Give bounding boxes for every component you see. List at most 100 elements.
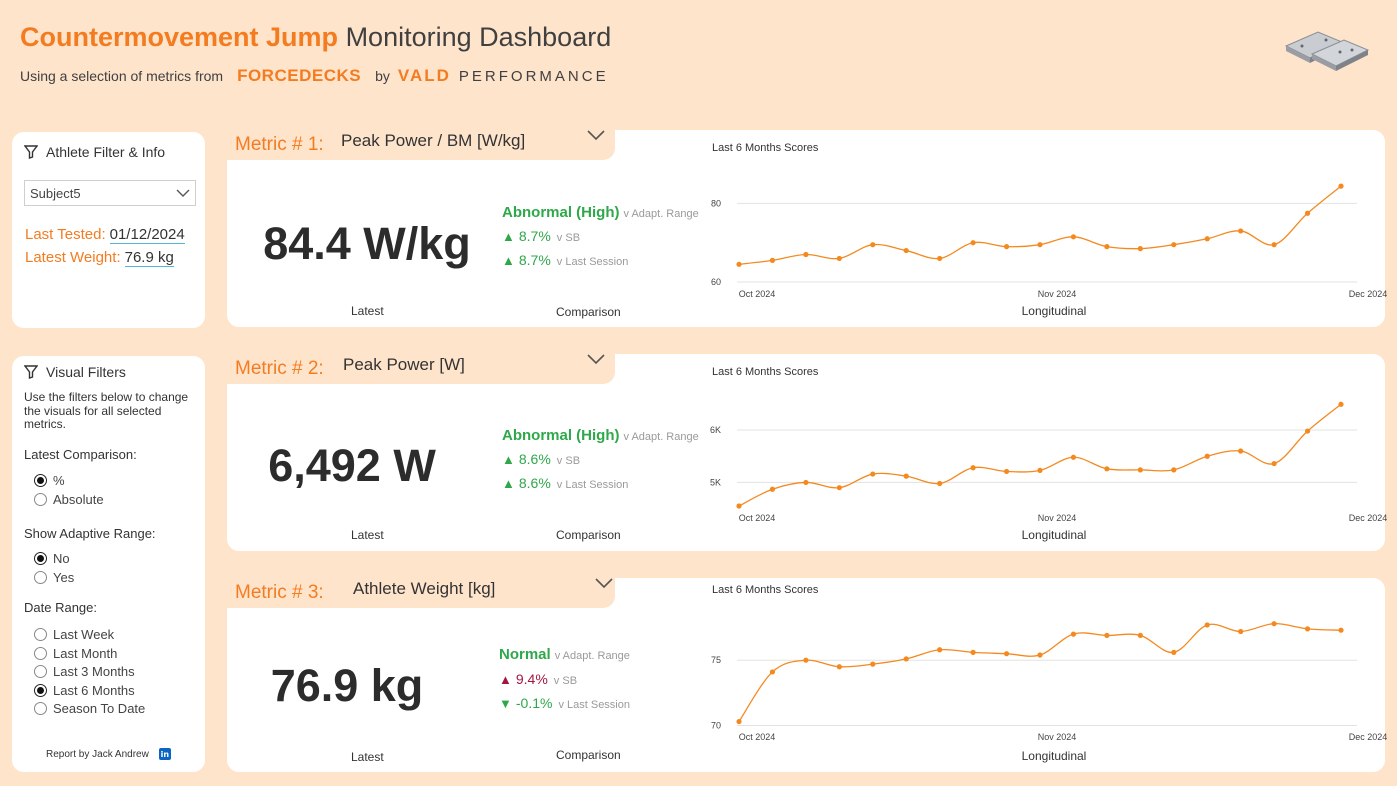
report-credit: Report by Jack Andrew in (46, 748, 171, 760)
radio-adaptive-yes[interactable]: Yes (34, 570, 74, 585)
data-point (769, 486, 776, 492)
data-point (1104, 466, 1110, 472)
visual-filters-panel: Visual Filters Use the filters below to … (12, 356, 205, 772)
x-tick-label: Oct 2024 (739, 732, 776, 742)
data-point (1304, 428, 1311, 434)
data-point (870, 661, 876, 667)
page-subtitle: Using a selection of metrics from FORCED… (20, 66, 609, 86)
page-title: Countermovement Jump Monitoring Dashboar… (20, 20, 611, 54)
brand-by: by (375, 68, 390, 84)
vald-logo: VALD (397, 66, 451, 85)
latest-weight-label: Latest Weight: (25, 249, 121, 266)
visual-filters-label: Visual Filters (46, 364, 126, 380)
data-point (970, 649, 976, 655)
y-tick-label: 60 (711, 277, 721, 287)
report-header: Countermovement Jump Monitoring Dashboar… (20, 20, 611, 85)
data-point (1137, 467, 1143, 473)
radio-date-season-to-date[interactable]: Season To Date (34, 701, 145, 716)
adaptive-range-label: Show Adaptive Range: (24, 526, 156, 541)
visual-filters-description: Use the filters below to change the visu… (24, 390, 189, 431)
status-badge: Abnormal (High) v Adapt. Range (502, 204, 699, 221)
status-badge: Normal v Adapt. Range (499, 646, 630, 663)
latest-value: 76.9 kg (270, 660, 424, 711)
x-tick-label: Dec 2024 (1349, 513, 1388, 523)
radio-date-last-6-months[interactable]: Last 6 Months (34, 683, 135, 698)
x-axis-label: Longitudinal (1022, 528, 1087, 542)
comparison-sb: ▲ 8.6% v SB (502, 451, 580, 467)
up-arrow-icon: ▲ (502, 452, 515, 467)
comparison-last: ▲ 8.7% v Last Session (502, 252, 628, 268)
radio-date-last-month[interactable]: Last Month (34, 646, 117, 661)
y-tick-label: 75 (711, 655, 721, 665)
series-line (738, 403, 1342, 507)
radio-comparison-absolute[interactable]: Absolute (34, 492, 104, 507)
latest-comparison-label: Latest Comparison: (24, 447, 137, 462)
radio-label: Absolute (53, 492, 104, 507)
latest-weight-value: 76.9 kg (124, 249, 174, 267)
data-point (870, 242, 876, 248)
athlete-filter-title: Athlete Filter & Info (24, 144, 165, 160)
last-tested-label: Last Tested: (25, 226, 106, 243)
chart-title: Last 6 Months Scores (712, 142, 819, 154)
data-point (937, 255, 943, 262)
chart-title: Last 6 Months Scores (712, 366, 819, 378)
metric-label: Metric # 3: (235, 582, 324, 603)
latest-caption: Latest (351, 528, 384, 542)
comparison-caption: Comparison (556, 305, 621, 319)
credit-text: Report by Jack Andrew (46, 748, 149, 760)
series-line (738, 185, 1342, 265)
radio-label: Last Month (53, 646, 118, 661)
line-chart-2: 5K 6K Oct 2024 Nov 2024 Dec 2024 Longitudinal (710, 401, 1387, 542)
metric-name-dropdown[interactable]: Peak Power [W] (343, 355, 465, 375)
status-text: Normal (499, 646, 551, 663)
metric-name-dropdown[interactable]: Athlete Weight [kg] (353, 579, 495, 599)
radio-comparison-percent[interactable]: % (34, 473, 65, 488)
data-point (1338, 401, 1344, 407)
chevron-down-icon[interactable] (587, 130, 605, 142)
data-point (903, 473, 909, 479)
data-point (1171, 649, 1177, 655)
radio-date-last-week[interactable]: Last Week (34, 627, 114, 642)
data-point (1104, 632, 1110, 639)
comparison-sb-label: v SB (556, 455, 581, 467)
x-tick-label: Nov 2024 (1038, 513, 1077, 523)
comparison-sb-value: 9.4% (515, 671, 548, 687)
data-point (1238, 448, 1244, 454)
x-tick-label: Oct 2024 (739, 289, 776, 299)
filter-icon (24, 145, 38, 159)
metric-label: Metric # 2: (235, 358, 324, 379)
comparison-last-label: v Last Session (558, 699, 630, 711)
radio-label: Season To Date (53, 701, 146, 716)
linkedin-icon[interactable]: in (158, 748, 171, 760)
comparison-last-label: v Last Session (556, 256, 629, 268)
data-point (803, 251, 809, 258)
radio-label: Yes (53, 570, 75, 585)
chevron-down-icon[interactable] (595, 578, 613, 590)
radio-label: Last 3 Months (53, 664, 135, 679)
data-point (1171, 467, 1177, 473)
metric-card-1: Metric # 1: Peak Power / BM [W/kg] 84.4 … (225, 120, 1388, 327)
force-plates-icon (1284, 31, 1370, 71)
radio-label: Last Week (53, 627, 115, 642)
status-text: Abnormal (High) (502, 204, 620, 221)
data-point (1137, 632, 1143, 639)
radio-label: % (53, 473, 65, 488)
chevron-down-icon[interactable] (587, 354, 605, 366)
data-point (970, 240, 976, 246)
radio-dot (34, 647, 47, 660)
latest-weight-line: Latest Weight: 76.9 kg (25, 249, 174, 267)
x-tick-label: Nov 2024 (1038, 289, 1077, 299)
data-point (1070, 631, 1077, 637)
data-point (1204, 453, 1210, 459)
y-tick-label: 6K (710, 425, 721, 435)
radio-adaptive-no[interactable]: No (34, 551, 70, 566)
athlete-select-value: Subject5 (30, 185, 81, 201)
radio-date-last-3-months[interactable]: Last 3 Months (34, 664, 135, 679)
data-point (937, 647, 943, 653)
metric-name-dropdown[interactable]: Peak Power / BM [W/kg] (341, 131, 525, 151)
x-tick-label: Dec 2024 (1349, 289, 1388, 299)
radio-dot (34, 571, 47, 584)
subtitle-text: Using a selection of metrics from (20, 68, 224, 84)
athlete-select[interactable]: Subject5 (24, 180, 196, 206)
filter-icon (24, 365, 38, 379)
